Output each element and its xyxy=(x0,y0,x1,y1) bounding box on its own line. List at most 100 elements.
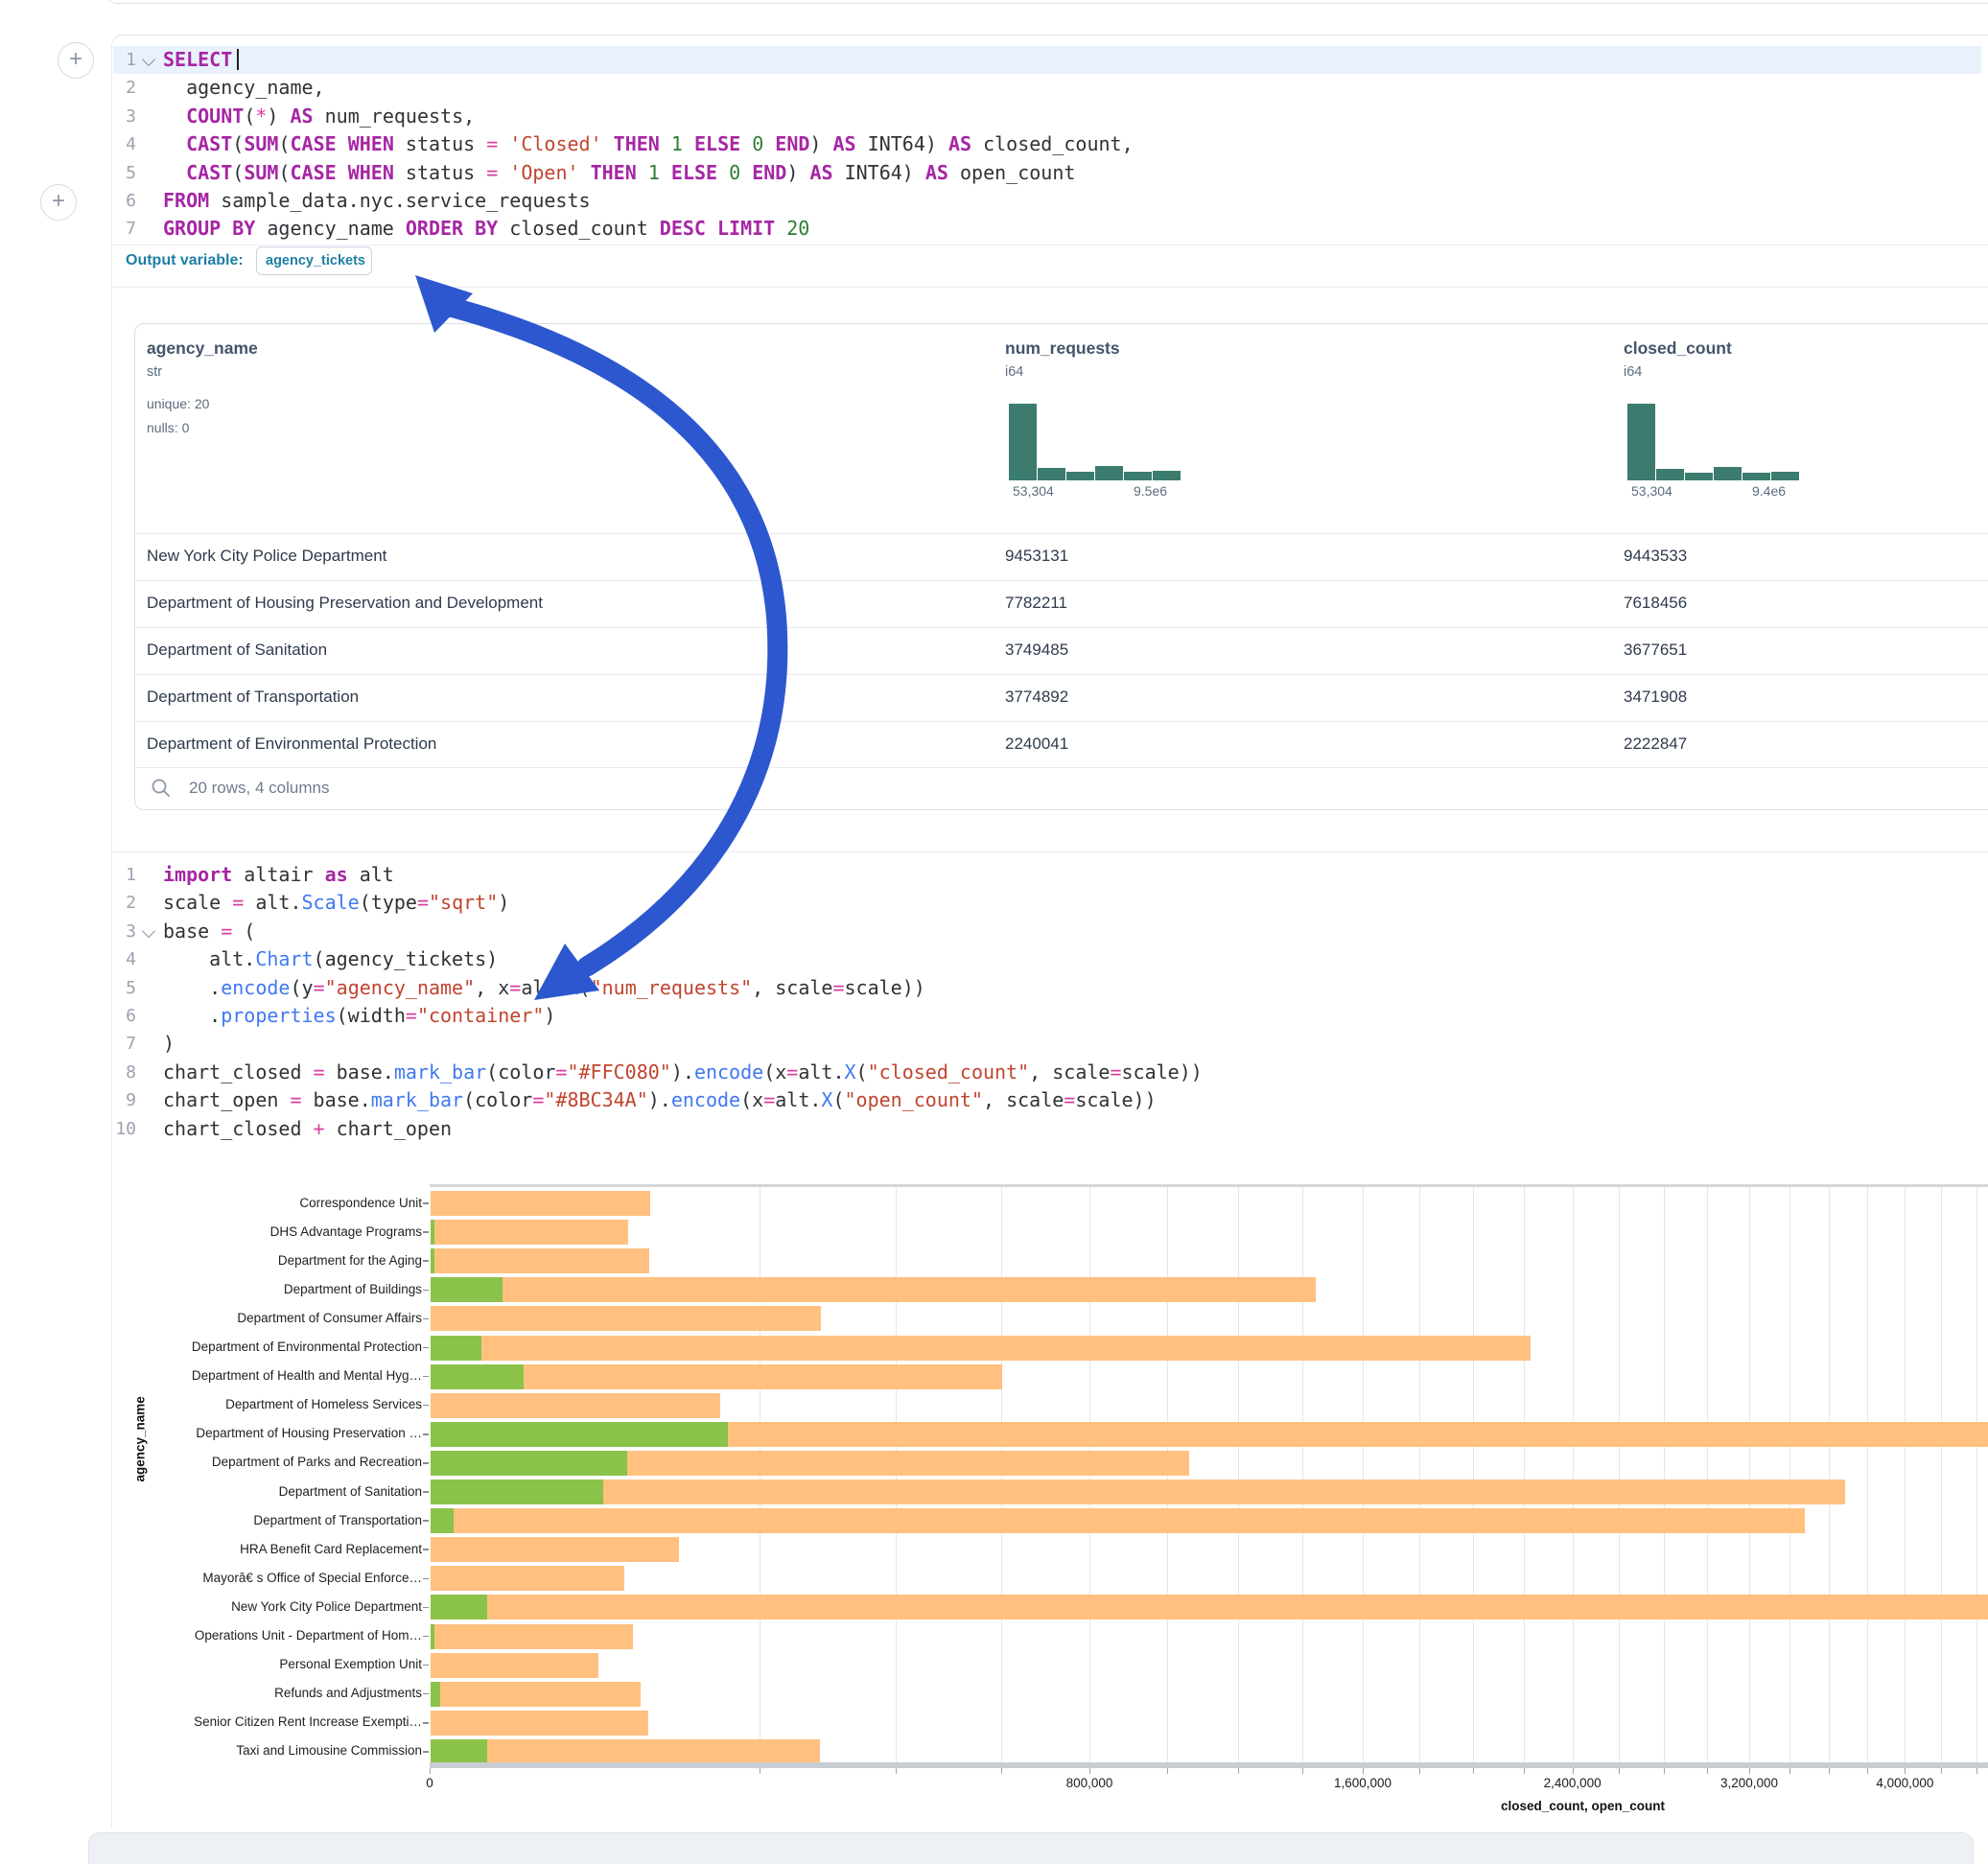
code-token: alt. xyxy=(244,891,301,914)
line-number: 4 xyxy=(92,945,136,973)
table-row: Department of Housing Preservation and D… xyxy=(135,580,1988,628)
table-cell: 3774892 xyxy=(1005,687,1068,707)
dataframe-preview: agency_namestrunique: 20nulls: 0num_requ… xyxy=(134,323,1988,810)
table-cell: Department of Transportation xyxy=(147,687,359,707)
divider xyxy=(111,851,1988,852)
histogram-max-label: 9.5e6 xyxy=(1134,483,1167,499)
code-token: = xyxy=(763,1088,775,1111)
code-token: + xyxy=(314,1117,325,1140)
python-code-editor[interactable]: 1import altair as alt2scale = alt.Scale(… xyxy=(0,0,1988,288)
table-row: Department of Environmental Protection22… xyxy=(135,721,1988,769)
code-token: (color xyxy=(463,1088,532,1111)
code-token: (type xyxy=(360,891,417,914)
histogram-bar xyxy=(1742,473,1770,480)
line-number: 2 xyxy=(92,889,136,917)
code-token: (width xyxy=(337,1004,406,1027)
histogram-bar xyxy=(1714,467,1742,480)
histogram-bar xyxy=(1656,469,1684,480)
code-token: = xyxy=(509,976,521,999)
notebook-page: + + 1SELECT2 agency_name,3 COUNT(*) AS n… xyxy=(0,0,1988,1864)
code-line[interactable]: ) xyxy=(163,1030,175,1058)
code-token: scale)) xyxy=(1122,1060,1203,1083)
code-line[interactable]: chart_open = base.mark_bar(color="#8BC34… xyxy=(163,1086,1157,1114)
code-token: ) xyxy=(498,891,509,914)
code-token: alt. xyxy=(163,947,255,970)
code-token: ( xyxy=(232,920,255,943)
code-token: , x xyxy=(475,976,509,999)
code-token: mark_bar xyxy=(394,1060,486,1083)
code-token: X xyxy=(568,976,579,999)
code-token: base. xyxy=(302,1088,371,1111)
code-token: = xyxy=(290,1088,301,1111)
code-token: = xyxy=(786,1060,798,1083)
code-token: (agency_tickets) xyxy=(314,947,499,970)
code-line[interactable]: chart_closed = base.mark_bar(color="#FFC… xyxy=(163,1059,1203,1086)
code-token: scale xyxy=(163,891,232,914)
histogram-bar xyxy=(1771,472,1799,480)
histogram-bar xyxy=(1627,404,1655,480)
table-cell: 3749485 xyxy=(1005,641,1068,660)
code-token: . xyxy=(163,976,221,999)
code-line[interactable]: base = ( xyxy=(163,918,255,945)
code-token: mark_bar xyxy=(371,1088,463,1111)
code-token: X xyxy=(845,1060,856,1083)
code-token: ) xyxy=(544,1004,555,1027)
code-token: chart_closed xyxy=(163,1117,314,1140)
histogram-bar xyxy=(1066,472,1094,480)
code-token: = xyxy=(221,920,232,943)
table-row: Department of Transportation 3774892 34719… xyxy=(135,674,1988,722)
code-token: "sqrt" xyxy=(429,891,498,914)
table-row: New York City Police Department 9453131 94… xyxy=(135,533,1988,581)
line-number: 3 xyxy=(92,918,136,945)
column-name: closed_count xyxy=(1624,338,1732,359)
code-token: "agency_name" xyxy=(325,976,476,999)
code-token: as xyxy=(325,863,348,886)
histogram-bar xyxy=(1009,404,1037,480)
search-icon[interactable] xyxy=(151,778,172,799)
code-token: chart_open xyxy=(163,1088,290,1111)
next-cell-collapsed[interactable] xyxy=(88,1832,1974,1864)
histogram-bar xyxy=(1038,468,1065,480)
table-cell: New York City Police Department xyxy=(147,547,386,566)
code-token: ( xyxy=(832,1088,844,1111)
code-token: = xyxy=(232,891,244,914)
table-cell: Department of Environmental Protection xyxy=(147,734,436,754)
code-token: = xyxy=(314,976,325,999)
code-token: altair xyxy=(232,863,324,886)
code-line[interactable]: alt.Chart(agency_tickets) xyxy=(163,945,498,973)
column-name: num_requests xyxy=(1005,338,1120,359)
table-cell: 9453131 xyxy=(1005,547,1068,566)
code-token: base xyxy=(163,920,221,943)
code-token: encode xyxy=(671,1088,740,1111)
code-line[interactable]: import altair as alt xyxy=(163,861,394,889)
code-token: ). xyxy=(671,1060,694,1083)
table-row-count: 20 rows, 4 columns xyxy=(189,779,329,798)
code-token: = xyxy=(532,1088,544,1111)
histogram-bar xyxy=(1095,466,1123,480)
histogram-min-label: 53,304 xyxy=(1013,483,1054,499)
code-token: = xyxy=(314,1060,325,1083)
code-token: ) xyxy=(163,1032,175,1055)
histogram-bar xyxy=(1124,472,1152,480)
table-cell: 9443533 xyxy=(1624,547,1687,566)
table-cell: 3677651 xyxy=(1624,641,1687,660)
code-token: = xyxy=(1064,1088,1075,1111)
code-token: alt. xyxy=(521,976,567,999)
code-line[interactable]: .encode(y="agency_name", x=alt.X("num_re… xyxy=(163,974,925,1002)
table-cell: Department of Housing Preservation and D… xyxy=(147,594,543,613)
table-footer: 20 rows, 4 columns xyxy=(135,767,1988,811)
code-token: (color xyxy=(486,1060,555,1083)
code-token: alt. xyxy=(798,1060,844,1083)
code-token: import xyxy=(163,863,232,886)
code-token: encode xyxy=(221,976,290,999)
code-line[interactable]: scale = alt.Scale(type="sqrt") xyxy=(163,889,509,917)
code-token: ( xyxy=(856,1060,868,1083)
table-cell: 3471908 xyxy=(1624,687,1687,707)
code-line[interactable]: .properties(width="container") xyxy=(163,1002,555,1030)
code-line[interactable]: chart_closed + chart_open xyxy=(163,1115,452,1143)
code-token: X xyxy=(821,1088,832,1111)
code-token: chart_closed xyxy=(163,1060,314,1083)
line-number: 5 xyxy=(92,974,136,1002)
table-cell: Department of Sanitation xyxy=(147,641,327,660)
cell-frame xyxy=(111,35,1988,1829)
